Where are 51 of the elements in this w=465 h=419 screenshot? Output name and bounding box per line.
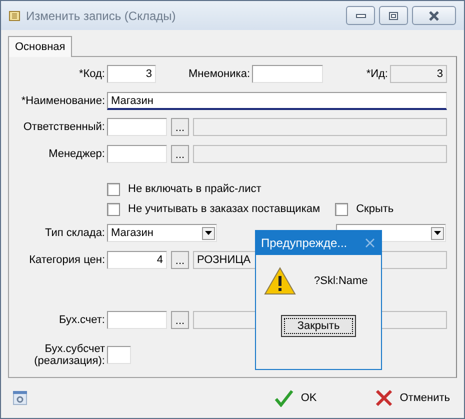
minimize-icon — [356, 14, 366, 18]
checkbox[interactable] — [107, 202, 120, 216]
field-label: Бух.субсчет (реализация): — [33, 343, 106, 367]
settings-icon[interactable] — [13, 391, 27, 405]
caret-icon — [205, 231, 212, 235]
price-category-code-field[interactable]: 4 — [107, 251, 167, 269]
checkbox[interactable] — [107, 182, 120, 196]
field-label: Менеджер: — [48, 148, 106, 160]
cancel-button[interactable]: Отменить — [370, 387, 454, 409]
browse-button[interactable]: ... — [171, 118, 189, 136]
checkmark-icon — [274, 389, 294, 407]
close-icon — [428, 10, 440, 20]
input-field[interactable] — [107, 118, 167, 136]
close-button[interactable]: Закрыть — [281, 315, 356, 337]
field-label: Бух.счет: — [58, 314, 106, 326]
maximize-button[interactable] — [379, 6, 408, 25]
name-field[interactable]: Магазин — [107, 92, 447, 110]
field-label: Категория цен: — [28, 254, 106, 266]
field-label: *Ид: — [365, 68, 389, 80]
checkbox-label: Скрыть — [356, 203, 394, 215]
field-label: Ответственный: — [22, 121, 106, 133]
dialog-title: Предупрежде... — [261, 236, 348, 250]
field-label: Тип склада: — [44, 227, 106, 239]
field-label: *Код: — [78, 68, 106, 80]
window-title: Изменить запись (Склады) — [26, 8, 176, 22]
cross-icon — [374, 389, 393, 407]
subaccount-field[interactable] — [107, 346, 131, 364]
id-field[interactable]: 3 — [390, 65, 447, 83]
ok-button[interactable]: OK — [270, 387, 321, 409]
browse-button[interactable]: ... — [171, 311, 189, 329]
field-label: Мнемоника: — [188, 68, 251, 80]
close-icon[interactable] — [365, 238, 375, 248]
warehouse-type-dropdown[interactable]: Магазин — [107, 224, 217, 242]
close-button[interactable] — [412, 6, 456, 25]
mnemonic-field[interactable] — [252, 65, 323, 83]
maximize-icon — [389, 12, 398, 20]
browse-button[interactable]: ... — [171, 251, 189, 269]
code-field[interactable]: 3 — [107, 65, 156, 83]
caret-icon — [434, 231, 441, 235]
tab[interactable]: Основная — [8, 36, 72, 57]
window-icon — [9, 10, 20, 20]
field-label: *Наименование: — [20, 95, 106, 107]
checkbox[interactable] — [335, 202, 348, 216]
warning-icon — [264, 267, 296, 295]
account-field[interactable] — [107, 311, 167, 329]
browse-button[interactable]: ... — [171, 145, 189, 163]
input-field[interactable] — [107, 145, 167, 163]
checkbox-label: Не включать в прайс-лист — [128, 183, 262, 195]
minimize-button[interactable] — [346, 6, 375, 25]
checkbox-label: Не учитывать в заказах поставщикам — [128, 203, 320, 215]
dialog-message: ?Skl:Name — [314, 275, 368, 287]
